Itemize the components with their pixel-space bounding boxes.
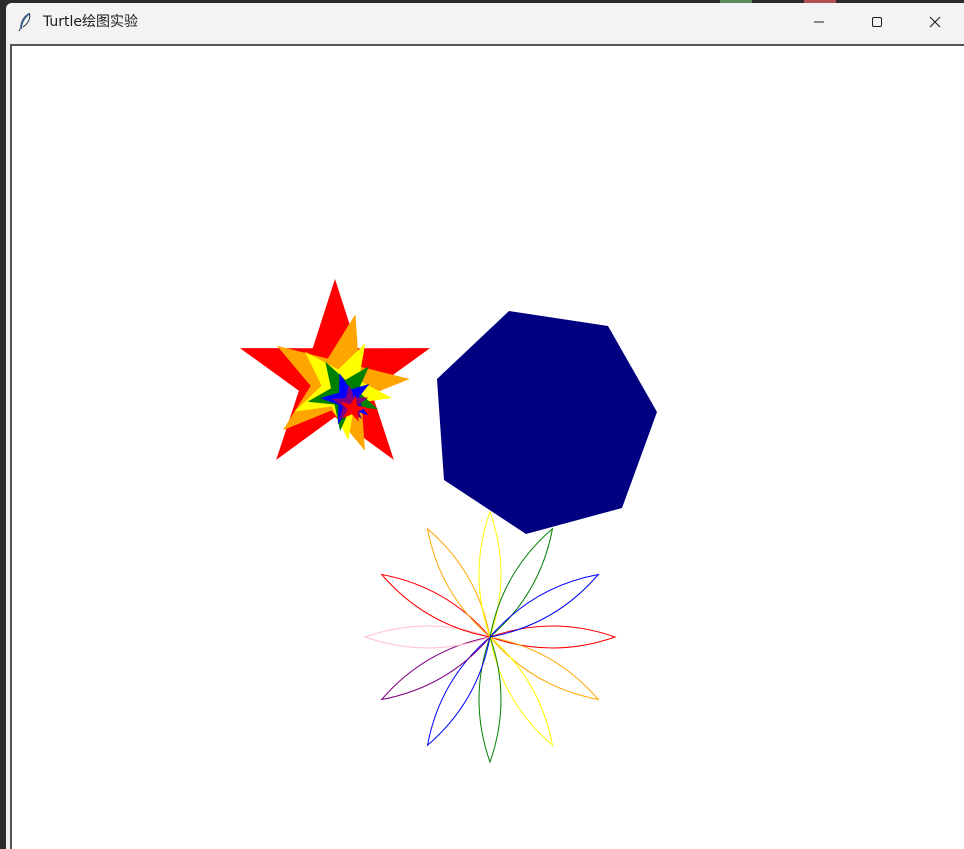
- flower-petal: [478, 635, 502, 764]
- turtle-drawing: [239, 279, 657, 764]
- hexagon-shape: [437, 311, 657, 534]
- turtle-window: Turtle绘图实验: [6, 3, 964, 849]
- window-title: Turtle绘图实验: [43, 14, 139, 30]
- maximize-icon: [872, 17, 882, 27]
- minimize-icon: [814, 21, 824, 23]
- close-icon: [929, 16, 941, 28]
- flower-petal: [380, 573, 492, 638]
- flower-petal: [489, 635, 554, 747]
- flower-petal: [478, 510, 502, 639]
- maximize-button[interactable]: [848, 3, 906, 41]
- flower-petal: [363, 625, 492, 649]
- flower-petal: [488, 573, 600, 638]
- feather-icon: [18, 12, 31, 32]
- minimize-button[interactable]: [790, 3, 848, 41]
- flower-petal: [426, 635, 491, 747]
- close-button[interactable]: [906, 3, 964, 41]
- turtle-canvas[interactable]: [10, 44, 964, 849]
- flower-petal: [488, 636, 600, 701]
- star-spiral-drawing: [239, 279, 431, 460]
- flower-petal: [489, 527, 554, 639]
- flower-drawing: [363, 510, 617, 764]
- title-bar[interactable]: Turtle绘图实验: [6, 3, 964, 41]
- flower-petal: [426, 527, 491, 639]
- flower-petal: [488, 625, 617, 649]
- flower-petal: [380, 636, 492, 701]
